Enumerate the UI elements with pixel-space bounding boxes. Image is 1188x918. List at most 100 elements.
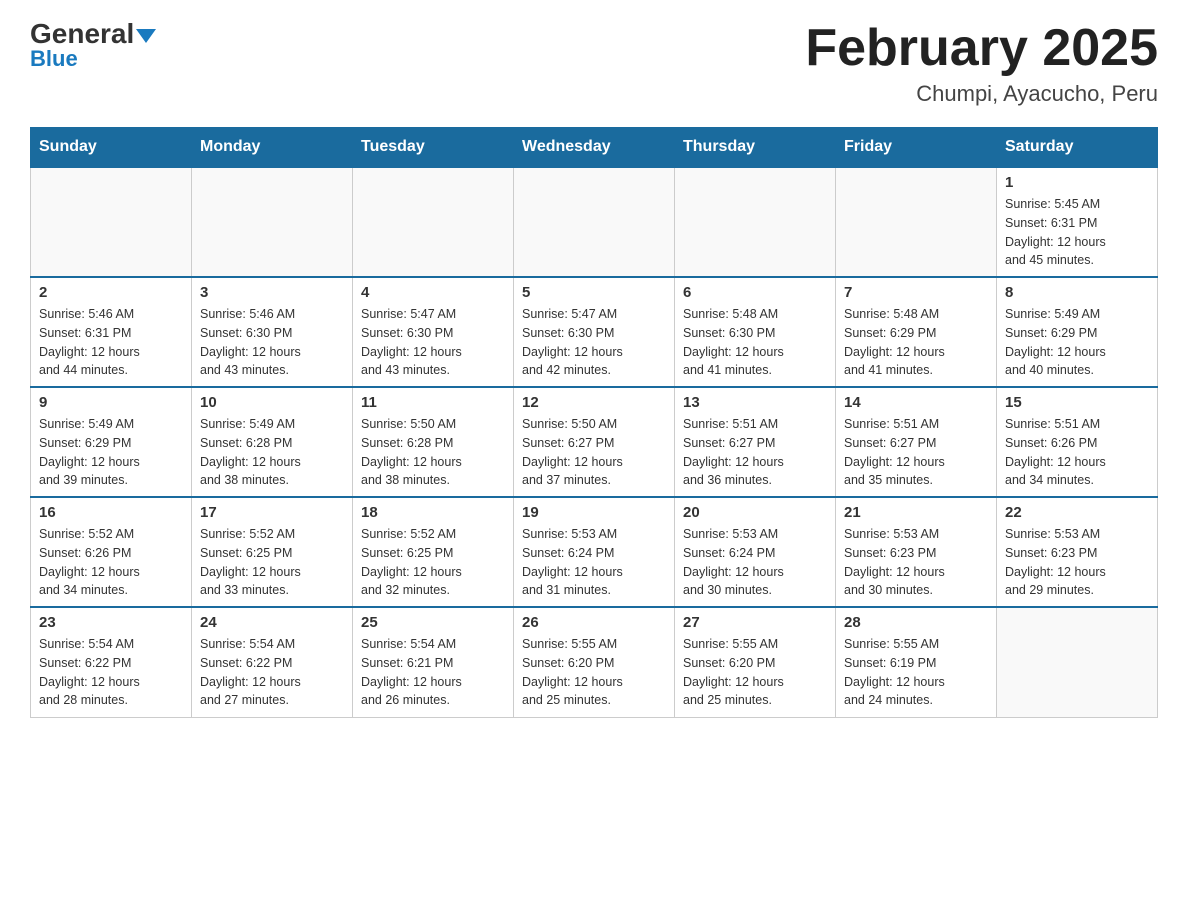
week-row-2: 2 Sunrise: 5:46 AM Sunset: 6:31 PM Daylig… bbox=[31, 277, 1158, 387]
day-number: 22 bbox=[1005, 504, 1149, 521]
day-number: 24 bbox=[200, 614, 344, 631]
day-info: Sunrise: 5:53 AM Sunset: 6:23 PM Dayligh… bbox=[1005, 525, 1149, 600]
calendar-cell: 8Sunrise: 5:49 AM Sunset: 6:29 PM Daylig… bbox=[997, 277, 1158, 387]
week-row-1: 1Sunrise: 5:45 AM Sunset: 6:31 PM Daylig… bbox=[31, 167, 1158, 277]
calendar-cell: 22 Sunrise: 5:53 AM Sunset: 6:23 PM Dayli… bbox=[997, 497, 1158, 607]
calendar-cell: 17 Sunrise: 5:52 AM Sunset: 6:25 PM Dayli… bbox=[192, 497, 353, 607]
day-number: 4 bbox=[361, 284, 505, 301]
page-header: General Blue February 2025 Chumpi, Ayacu… bbox=[30, 20, 1158, 107]
day-number: 21 bbox=[844, 504, 988, 521]
calendar-cell: 4 Sunrise: 5:47 AM Sunset: 6:30 PM Daylig… bbox=[353, 277, 514, 387]
day-info: Sunrise: 5:47 AM Sunset: 6:30 PM Dayligh… bbox=[361, 305, 505, 380]
calendar-cell: 14 Sunrise: 5:51 AM Sunset: 6:27 PM Dayli… bbox=[836, 387, 997, 497]
calendar-cell: 24 Sunrise: 5:54 AM Sunset: 6:22 PM Dayli… bbox=[192, 607, 353, 717]
day-number: 5 bbox=[522, 284, 666, 301]
day-number: 19 bbox=[522, 504, 666, 521]
location: Chumpi, Ayacucho, Peru bbox=[805, 81, 1158, 107]
day-number: 2 bbox=[39, 284, 183, 301]
day-number: 15 bbox=[1005, 394, 1149, 411]
calendar-cell: 6 Sunrise: 5:48 AM Sunset: 6:30 PM Daylig… bbox=[675, 277, 836, 387]
weekday-header-monday: Monday bbox=[192, 128, 353, 168]
calendar-cell: 15 Sunrise: 5:51 AM Sunset: 6:26 PM Dayli… bbox=[997, 387, 1158, 497]
calendar-cell bbox=[192, 167, 353, 277]
day-number: 27 bbox=[683, 614, 827, 631]
week-row-3: 9 Sunrise: 5:49 AM Sunset: 6:29 PM Daylig… bbox=[31, 387, 1158, 497]
calendar-cell: 12 Sunrise: 5:50 AM Sunset: 6:27 PM Dayli… bbox=[514, 387, 675, 497]
calendar-cell: 21Sunrise: 5:53 AM Sunset: 6:23 PM Dayli… bbox=[836, 497, 997, 607]
day-info: Sunrise: 5:52 AM Sunset: 6:25 PM Dayligh… bbox=[361, 525, 505, 600]
day-number: 16 bbox=[39, 504, 183, 521]
logo-main-text: General bbox=[30, 20, 156, 48]
day-number: 3 bbox=[200, 284, 344, 301]
day-info: Sunrise: 5:49 AM Sunset: 6:29 PM Dayligh… bbox=[1005, 305, 1149, 380]
logo-sub-text: Blue bbox=[30, 46, 78, 72]
day-info: Sunrise: 5:50 AM Sunset: 6:27 PM Dayligh… bbox=[522, 415, 666, 490]
day-info: Sunrise: 5:51 AM Sunset: 6:27 PM Dayligh… bbox=[683, 415, 827, 490]
day-info: Sunrise: 5:55 AM Sunset: 6:20 PM Dayligh… bbox=[683, 635, 827, 710]
day-number: 18 bbox=[361, 504, 505, 521]
day-info: Sunrise: 5:55 AM Sunset: 6:19 PM Dayligh… bbox=[844, 635, 988, 710]
calendar-cell bbox=[675, 167, 836, 277]
day-info: Sunrise: 5:54 AM Sunset: 6:22 PM Dayligh… bbox=[39, 635, 183, 710]
calendar-cell bbox=[997, 607, 1158, 717]
calendar-table: SundayMondayTuesdayWednesdayThursdayFrid… bbox=[30, 127, 1158, 718]
day-number: 10 bbox=[200, 394, 344, 411]
day-info: Sunrise: 5:55 AM Sunset: 6:20 PM Dayligh… bbox=[522, 635, 666, 710]
weekday-header-friday: Friday bbox=[836, 128, 997, 168]
day-info: Sunrise: 5:48 AM Sunset: 6:29 PM Dayligh… bbox=[844, 305, 988, 380]
weekday-header-tuesday: Tuesday bbox=[353, 128, 514, 168]
day-info: Sunrise: 5:54 AM Sunset: 6:22 PM Dayligh… bbox=[200, 635, 344, 710]
day-number: 13 bbox=[683, 394, 827, 411]
day-info: Sunrise: 5:52 AM Sunset: 6:26 PM Dayligh… bbox=[39, 525, 183, 600]
calendar-cell: 25Sunrise: 5:54 AM Sunset: 6:21 PM Dayli… bbox=[353, 607, 514, 717]
day-number: 17 bbox=[200, 504, 344, 521]
weekday-header-row: SundayMondayTuesdayWednesdayThursdayFrid… bbox=[31, 128, 1158, 168]
calendar-cell bbox=[514, 167, 675, 277]
day-info: Sunrise: 5:46 AM Sunset: 6:31 PM Dayligh… bbox=[39, 305, 183, 380]
calendar-cell: 9 Sunrise: 5:49 AM Sunset: 6:29 PM Daylig… bbox=[31, 387, 192, 497]
logo: General Blue bbox=[30, 20, 156, 72]
day-info: Sunrise: 5:46 AM Sunset: 6:30 PM Dayligh… bbox=[200, 305, 344, 380]
weekday-header-sunday: Sunday bbox=[31, 128, 192, 168]
calendar-cell: 2 Sunrise: 5:46 AM Sunset: 6:31 PM Daylig… bbox=[31, 277, 192, 387]
weekday-header-saturday: Saturday bbox=[997, 128, 1158, 168]
day-info: Sunrise: 5:51 AM Sunset: 6:26 PM Dayligh… bbox=[1005, 415, 1149, 490]
calendar-cell: 3 Sunrise: 5:46 AM Sunset: 6:30 PM Daylig… bbox=[192, 277, 353, 387]
calendar-cell: 26 Sunrise: 5:55 AM Sunset: 6:20 PM Dayli… bbox=[514, 607, 675, 717]
day-number: 1 bbox=[1005, 174, 1149, 191]
day-number: 14 bbox=[844, 394, 988, 411]
calendar-cell: 7Sunrise: 5:48 AM Sunset: 6:29 PM Daylig… bbox=[836, 277, 997, 387]
calendar-cell bbox=[836, 167, 997, 277]
day-info: Sunrise: 5:53 AM Sunset: 6:24 PM Dayligh… bbox=[522, 525, 666, 600]
day-info: Sunrise: 5:53 AM Sunset: 6:24 PM Dayligh… bbox=[683, 525, 827, 600]
calendar-cell bbox=[353, 167, 514, 277]
calendar-cell: 11Sunrise: 5:50 AM Sunset: 6:28 PM Dayli… bbox=[353, 387, 514, 497]
day-info: Sunrise: 5:48 AM Sunset: 6:30 PM Dayligh… bbox=[683, 305, 827, 380]
day-info: Sunrise: 5:49 AM Sunset: 6:29 PM Dayligh… bbox=[39, 415, 183, 490]
day-number: 20 bbox=[683, 504, 827, 521]
day-info: Sunrise: 5:51 AM Sunset: 6:27 PM Dayligh… bbox=[844, 415, 988, 490]
day-info: Sunrise: 5:47 AM Sunset: 6:30 PM Dayligh… bbox=[522, 305, 666, 380]
calendar-cell: 13 Sunrise: 5:51 AM Sunset: 6:27 PM Dayli… bbox=[675, 387, 836, 497]
day-number: 9 bbox=[39, 394, 183, 411]
day-number: 23 bbox=[39, 614, 183, 631]
calendar-cell bbox=[31, 167, 192, 277]
day-number: 12 bbox=[522, 394, 666, 411]
calendar-cell: 20 Sunrise: 5:53 AM Sunset: 6:24 PM Dayli… bbox=[675, 497, 836, 607]
day-info: Sunrise: 5:54 AM Sunset: 6:21 PM Dayligh… bbox=[361, 635, 505, 710]
calendar-cell: 19 Sunrise: 5:53 AM Sunset: 6:24 PM Dayli… bbox=[514, 497, 675, 607]
weekday-header-wednesday: Wednesday bbox=[514, 128, 675, 168]
calendar-cell: 16 Sunrise: 5:52 AM Sunset: 6:26 PM Dayli… bbox=[31, 497, 192, 607]
day-number: 26 bbox=[522, 614, 666, 631]
title-block: February 2025 Chumpi, Ayacucho, Peru bbox=[805, 20, 1158, 107]
calendar-cell: 27 Sunrise: 5:55 AM Sunset: 6:20 PM Dayli… bbox=[675, 607, 836, 717]
day-info: Sunrise: 5:52 AM Sunset: 6:25 PM Dayligh… bbox=[200, 525, 344, 600]
day-number: 28 bbox=[844, 614, 988, 631]
week-row-5: 23 Sunrise: 5:54 AM Sunset: 6:22 PM Dayli… bbox=[31, 607, 1158, 717]
calendar-cell: 10 Sunrise: 5:49 AM Sunset: 6:28 PM Dayli… bbox=[192, 387, 353, 497]
day-info: Sunrise: 5:49 AM Sunset: 6:28 PM Dayligh… bbox=[200, 415, 344, 490]
day-number: 6 bbox=[683, 284, 827, 301]
day-info: Sunrise: 5:50 AM Sunset: 6:28 PM Dayligh… bbox=[361, 415, 505, 490]
calendar-cell: 5 Sunrise: 5:47 AM Sunset: 6:30 PM Daylig… bbox=[514, 277, 675, 387]
weekday-header-thursday: Thursday bbox=[675, 128, 836, 168]
